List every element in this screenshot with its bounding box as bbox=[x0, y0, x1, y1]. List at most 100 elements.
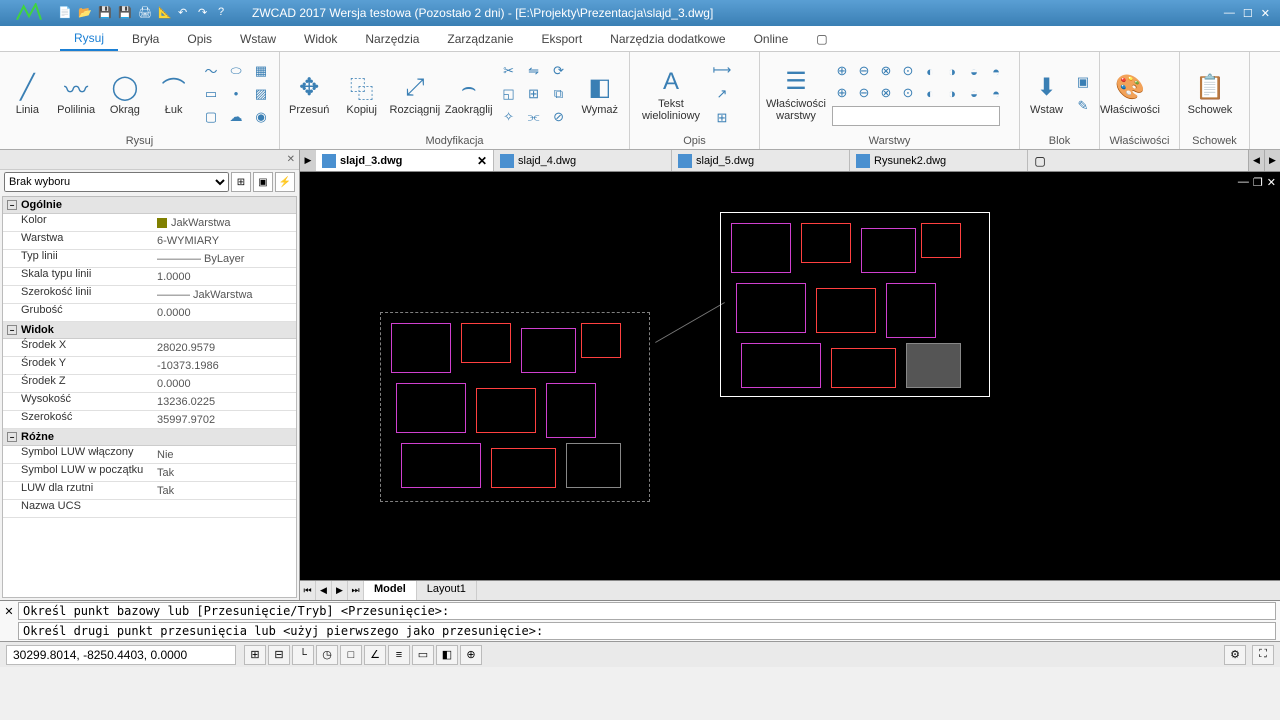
layer-tool-icon[interactable]: ⊕ bbox=[832, 61, 852, 81]
offset-icon[interactable]: ⧉ bbox=[549, 84, 569, 104]
open-icon[interactable]: 📂 bbox=[78, 6, 92, 20]
prop-ucs-name[interactable] bbox=[153, 500, 296, 517]
prop-ucsicon-origin[interactable]: Tak bbox=[153, 464, 296, 481]
tab-scroll-left-icon[interactable]: ◀ bbox=[1248, 150, 1264, 171]
selection-dropdown[interactable]: Brak wyboru bbox=[4, 172, 229, 192]
rect-icon[interactable]: ▭ bbox=[201, 84, 221, 104]
layout-last-icon[interactable]: ⏭ bbox=[348, 581, 364, 600]
prop-color[interactable]: JakWarstwa bbox=[153, 214, 296, 231]
vp-minimize-icon[interactable]: — bbox=[1238, 176, 1249, 189]
tab-bryla[interactable]: Bryła bbox=[118, 26, 173, 51]
new-tab-icon[interactable]: ▢ bbox=[1028, 150, 1052, 171]
hatch-icon[interactable]: ▦ bbox=[251, 61, 271, 81]
doc-tab-3[interactable]: slajd_5.dwg bbox=[672, 150, 850, 171]
tab-eksport[interactable]: Eksport bbox=[527, 26, 596, 51]
print-icon[interactable]: 🖨 bbox=[138, 6, 152, 20]
point-icon[interactable]: • bbox=[226, 84, 246, 104]
help-icon[interactable]: ? bbox=[218, 6, 232, 20]
polyline-button[interactable]: 〰Polilinia bbox=[55, 58, 98, 130]
layout-model[interactable]: Model bbox=[364, 581, 417, 600]
cat-view[interactable]: −Widok bbox=[3, 322, 296, 339]
coordinates[interactable]: 30299.8014, -8250.4403, 0.0000 bbox=[6, 645, 236, 665]
array-icon[interactable]: ⊞ bbox=[524, 84, 544, 104]
prop-width[interactable]: 35997.9702 bbox=[153, 411, 296, 428]
circle-button[interactable]: ◯Okrąg bbox=[104, 58, 147, 130]
select-objects-icon[interactable]: ▣ bbox=[253, 172, 273, 192]
stretch-button[interactable]: ⤢Rozciągnij bbox=[391, 58, 439, 130]
lwt-toggle[interactable]: ≡ bbox=[388, 645, 410, 665]
fillet-button[interactable]: ⌢Zaokrąglij bbox=[445, 58, 493, 130]
edit-block-icon[interactable]: ✎ bbox=[1073, 96, 1093, 116]
maximize-button[interactable]: ☐ bbox=[1243, 7, 1253, 20]
revcloud-icon[interactable]: ☁ bbox=[226, 107, 246, 127]
prop-height[interactable]: 13236.0225 bbox=[153, 393, 296, 410]
app-logo[interactable] bbox=[4, 1, 54, 25]
trim-icon[interactable]: ✂ bbox=[499, 61, 519, 81]
snap-toggle[interactable]: ⊞ bbox=[244, 645, 266, 665]
prop-ucsicon-on[interactable]: Nie bbox=[153, 446, 296, 463]
prop-centerx[interactable]: 28020.9579 bbox=[153, 339, 296, 356]
doc-tab-2[interactable]: slajd_4.dwg bbox=[494, 150, 672, 171]
prop-centery[interactable]: -10373.1986 bbox=[153, 357, 296, 374]
properties-button[interactable]: 🎨Właściwości bbox=[1106, 58, 1154, 130]
panel-expand-icon[interactable]: ▢ bbox=[802, 26, 841, 51]
cat-general[interactable]: −Ogólnie bbox=[3, 197, 296, 214]
polar-toggle[interactable]: ◷ bbox=[316, 645, 338, 665]
quick-select-icon[interactable]: ⚡ bbox=[275, 172, 295, 192]
erase-button[interactable]: ◧Wymaż bbox=[577, 58, 623, 130]
break-icon[interactable]: ⊘ bbox=[549, 107, 569, 127]
tab-narzedzia-dodatkowe[interactable]: Narzędzia dodatkowe bbox=[596, 26, 739, 51]
new-icon[interactable]: 📄 bbox=[58, 6, 72, 20]
close-button[interactable]: ✕ bbox=[1261, 7, 1270, 20]
insert-button[interactable]: ⬇Wstaw bbox=[1026, 58, 1067, 130]
join-icon[interactable]: ⫘ bbox=[524, 107, 544, 127]
command-input[interactable] bbox=[18, 622, 1276, 640]
plot-icon[interactable]: 📐 bbox=[158, 6, 172, 20]
fullscreen-icon[interactable]: ⛶ bbox=[1252, 645, 1274, 665]
tab-narzedzia[interactable]: Narzędzia bbox=[351, 26, 433, 51]
tab-opis[interactable]: Opis bbox=[173, 26, 226, 51]
prop-ltscale[interactable]: 1.0000 bbox=[153, 268, 296, 285]
doc-tab-1[interactable]: slajd_3.dwg✕ bbox=[316, 150, 494, 171]
explode-icon[interactable]: ✧ bbox=[499, 107, 519, 127]
ortho-toggle[interactable]: └ bbox=[292, 645, 314, 665]
layer-props-button[interactable]: ☰Właściwościwarstwy bbox=[766, 58, 826, 130]
scale-icon[interactable]: ◱ bbox=[499, 84, 519, 104]
move-button[interactable]: ✥Przesuń bbox=[286, 58, 332, 130]
copy-button[interactable]: ⿻Kopiuj bbox=[338, 58, 384, 130]
region-icon[interactable]: ▢ bbox=[201, 107, 221, 127]
tab-nav-left-icon[interactable]: ▶ bbox=[300, 150, 316, 171]
grid-toggle[interactable]: ⊟ bbox=[268, 645, 290, 665]
layout-first-icon[interactable]: ⏮ bbox=[300, 581, 316, 600]
prop-thickness[interactable]: 0.0000 bbox=[153, 304, 296, 321]
otrack-toggle[interactable]: ∠ bbox=[364, 645, 386, 665]
prop-ucs-vp[interactable]: Tak bbox=[153, 482, 296, 499]
layer-combo[interactable] bbox=[832, 106, 1000, 126]
panel-close-icon[interactable]: ✕ bbox=[0, 150, 299, 170]
create-block-icon[interactable]: ▣ bbox=[1073, 72, 1093, 92]
layout-next-icon[interactable]: ▶ bbox=[332, 581, 348, 600]
tab-rysuj[interactable]: Rysuj bbox=[60, 26, 118, 51]
line-button[interactable]: ╱Linia bbox=[6, 58, 49, 130]
cycle-toggle[interactable]: ⊕ bbox=[460, 645, 482, 665]
undo-icon[interactable]: ↶ bbox=[178, 6, 192, 20]
mtext-button[interactable]: ATekstwieloliniowy bbox=[636, 58, 706, 130]
table-icon[interactable]: ⊞ bbox=[712, 108, 732, 128]
cat-misc[interactable]: −Różne bbox=[3, 429, 296, 446]
cmd-close-icon[interactable]: ✕ bbox=[0, 605, 18, 618]
arc-button[interactable]: ⌒Łuk bbox=[152, 58, 195, 130]
model-toggle[interactable]: ◧ bbox=[436, 645, 458, 665]
settings-icon[interactable]: ⚙ bbox=[1224, 645, 1246, 665]
tab-zarzadzanie[interactable]: Zarządzanie bbox=[433, 26, 527, 51]
rotate-icon[interactable]: ⟳ bbox=[549, 61, 569, 81]
ellipse-icon[interactable]: ⬭ bbox=[226, 61, 246, 81]
doc-tab-4[interactable]: Rysunek2.dwg bbox=[850, 150, 1028, 171]
prop-centerz[interactable]: 0.0000 bbox=[153, 375, 296, 392]
saveas-icon[interactable]: 💾 bbox=[118, 6, 132, 20]
clipboard-button[interactable]: 📋Schowek bbox=[1186, 58, 1234, 130]
tab-online[interactable]: Online bbox=[740, 26, 803, 51]
donut-icon[interactable]: ◉ bbox=[251, 107, 271, 127]
osnap-toggle[interactable]: □ bbox=[340, 645, 362, 665]
dim-icon[interactable]: ⟼ bbox=[712, 60, 732, 80]
dyn-toggle[interactable]: ▭ bbox=[412, 645, 434, 665]
